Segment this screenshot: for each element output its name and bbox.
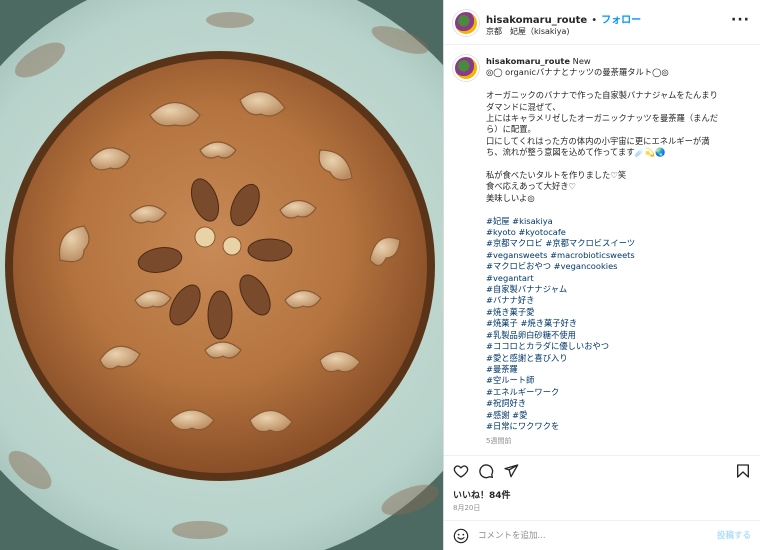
hashtag-link[interactable]: #エネルギーワーク — [486, 387, 750, 398]
caption-line: 上にはキャラメリゼしたオーガニックナッツを曼荼羅（まんだ — [486, 113, 719, 124]
caption-text: オーガニックのバナナで作った自家製バナナジャムをたんまり ダマンドに混ぜて、 上には… — [486, 90, 750, 215]
time-ago: 5週間前 — [486, 437, 512, 446]
share-icon[interactable] — [503, 463, 519, 479]
post-comment-button[interactable]: 投稿する — [717, 529, 751, 541]
emoji-icon[interactable] — [453, 528, 469, 544]
hashtag-link[interactable]: #空ルート師 — [486, 375, 750, 386]
heart-icon[interactable] — [453, 463, 469, 479]
hashtag-link[interactable]: #自家製バナナジャム — [486, 284, 750, 295]
post-detail-panel: hisakomaru_route • フォロー 京都 妃屋（kisakiya) ··… — [443, 0, 760, 550]
hashtag-link[interactable]: #祝詞好き — [486, 398, 750, 409]
caption-area[interactable]: hisakomaru_route New ◎◯ organicバナナとナッツの曼… — [444, 46, 760, 452]
hashtag-link[interactable]: #感謝 #愛 — [486, 410, 750, 421]
header-username[interactable]: hisakomaru_route — [486, 15, 587, 26]
action-bar — [444, 455, 760, 485]
header-dot: • — [591, 15, 598, 26]
caption-body: hisakomaru_route New ◎◯ organicバナナとナッツの曼… — [486, 56, 750, 448]
bookmark-icon[interactable] — [735, 463, 751, 479]
hashtag-list: #妃屋 #kisakiya #kyoto #kyotocafe #京都マクロビ #京… — [486, 216, 750, 433]
caption-line: ち、流れが整う意図を込めて作ってます☄️💫🌏 — [486, 147, 666, 158]
like-count[interactable]: いいね！84件 — [453, 488, 511, 501]
caption-line: 口にしてくれはった方の体内の小宇宙に更にエネルギーが満 — [486, 135, 710, 146]
hashtag-link[interactable]: #ココロとカラダに優しいおやつ — [486, 341, 750, 352]
comment-input[interactable] — [478, 527, 708, 545]
caption-line: 美味しいよ◎ — [486, 192, 535, 203]
hashtag-link[interactable]: #日常にワクワクを — [486, 421, 750, 432]
post-photo[interactable] — [0, 0, 443, 550]
post-header: hisakomaru_route • フォロー 京都 妃屋（kisakiya) ··… — [444, 0, 760, 45]
hashtag-link[interactable]: #vegantart — [486, 273, 750, 284]
follow-button[interactable]: フォロー — [601, 15, 641, 26]
location-link[interactable]: 京都 妃屋（kisakiya) — [486, 26, 570, 37]
comment-bar: 投稿する — [444, 520, 760, 550]
hashtag-link[interactable]: #曼荼羅 — [486, 364, 750, 375]
caption-line — [486, 204, 750, 215]
hashtag-link[interactable]: #焼き菓子愛 — [486, 307, 750, 318]
hashtag-link[interactable]: #kyoto #kyotocafe — [486, 227, 750, 238]
comment-icon[interactable] — [478, 463, 494, 479]
hashtag-link[interactable]: #焼菓子 #焼き菓子好き — [486, 318, 750, 329]
hashtag-link[interactable]: #妃屋 #kisakiya — [486, 216, 750, 227]
hashtag-link[interactable]: #vegansweets #macrobioticsweets — [486, 250, 750, 261]
caption-username[interactable]: hisakomaru_route — [486, 56, 570, 66]
tart-photo-image — [0, 0, 443, 550]
header-user-line: hisakomaru_route • フォロー — [486, 11, 641, 26]
hashtag-link[interactable]: #乳製品卵白砂糖不使用 — [486, 330, 750, 341]
hashtag-link[interactable]: #バナナ好き — [486, 295, 750, 306]
post-date[interactable]: 8月20日 — [453, 503, 480, 513]
caption-avatar[interactable] — [453, 55, 479, 81]
more-horizontal-icon[interactable]: ··· — [731, 12, 750, 28]
caption-badge: New — [572, 56, 591, 66]
caption-line: ら）に配置。 — [486, 124, 536, 135]
hashtag-link[interactable]: #京都マクロビ #京都マクロビスイーツ — [486, 238, 750, 249]
caption-line: 私が食べたいタルトを作りました♡笑 — [486, 170, 627, 181]
caption-line — [486, 159, 750, 170]
caption-line: オーガニックのバナナで作った自家製バナナジャムをたんまり — [486, 90, 718, 101]
caption-title: ◎◯ organicバナナとナッツの曼荼羅タルト◯◎ — [486, 67, 669, 78]
hashtag-link[interactable]: #愛と感謝と喜び入り — [486, 353, 750, 364]
caption-line: ダマンドに混ぜて、 — [486, 101, 561, 112]
avatar[interactable] — [453, 10, 479, 36]
caption-line: 食べ応えあって大好き♡ — [486, 181, 576, 192]
hashtag-link[interactable]: #マクロビおやつ #vegancookies — [486, 261, 750, 272]
